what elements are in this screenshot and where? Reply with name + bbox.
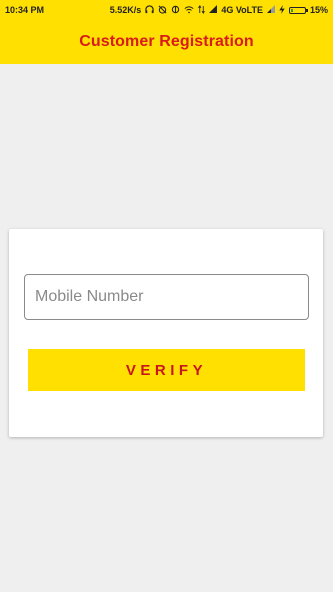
battery-level [290, 8, 293, 12]
verify-button[interactable]: VERIFY [28, 349, 305, 391]
wifi-icon [184, 5, 194, 16]
status-time: 10:34 PM [5, 5, 45, 15]
signal-icon [209, 5, 218, 15]
page-title: Customer Registration [79, 33, 254, 50]
network-type: 4G VoLTE [221, 5, 263, 15]
battery-percent: 15% [309, 5, 328, 15]
charging-icon [279, 4, 285, 16]
headset-icon [145, 4, 154, 16]
status-bar: 10:34 PM 5.52K/s 4G VoLTE 15% [0, 0, 333, 20]
net-speed: 5.52K/s [109, 5, 142, 15]
signal-icon-2 [266, 5, 275, 15]
data-arrows-icon [198, 4, 206, 16]
alarm-off-icon [158, 5, 167, 16]
battery-icon [288, 6, 308, 14]
status-icons: 5.52K/s 4G VoLTE 15% [109, 4, 328, 16]
cast-icon [171, 5, 180, 16]
mobile-number-input[interactable] [24, 274, 309, 320]
registration-card: VERIFY [9, 229, 323, 437]
app-bar: Customer Registration [0, 20, 333, 64]
